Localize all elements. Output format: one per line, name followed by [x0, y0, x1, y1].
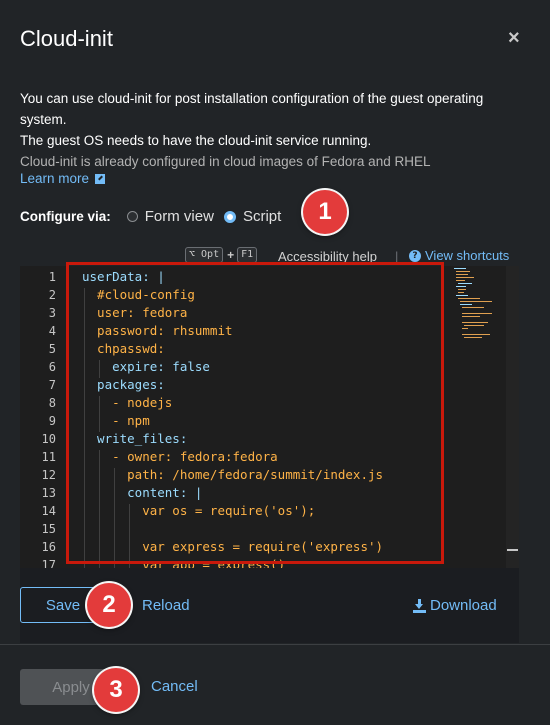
line-number: 3: [48, 306, 56, 320]
view-shortcuts-link[interactable]: ? View shortcuts: [409, 248, 509, 263]
download-button[interactable]: Download: [413, 597, 497, 614]
radio-form-view[interactable]: Form view: [126, 208, 214, 225]
annotation-badge-2: 2: [87, 583, 131, 627]
minimap-line: [462, 334, 490, 335]
line-number: 4: [48, 324, 56, 338]
view-shortcuts-label: View shortcuts: [425, 248, 510, 263]
minimap-line: [462, 313, 492, 314]
minimap-line: [462, 328, 468, 329]
reload-button[interactable]: Reload: [142, 597, 190, 614]
minimap-line: [460, 301, 492, 302]
radio-script[interactable]: Script: [223, 208, 282, 225]
configure-via-label: Configure via:: [20, 209, 111, 224]
radio-form-view-label: Form view: [144, 208, 214, 225]
line-number-gutter: 1 2 3 4 5 6 7 8 9 10 11 12 13 14 15 16 1…: [20, 266, 66, 568]
keyboard-shortcut-hint: ⌥ Opt + F1: [185, 247, 260, 263]
download-icon: [413, 598, 426, 613]
modal-description: You can use cloud-init for post installa…: [20, 88, 530, 172]
external-link-icon: [95, 173, 106, 184]
radio-form-view-indicator[interactable]: [126, 211, 138, 222]
line-number: 9: [48, 414, 56, 428]
f1-key: F1: [237, 247, 258, 263]
minimap-line: [462, 316, 480, 317]
minimap-line: [456, 295, 468, 296]
editor-highlight-box: [66, 262, 444, 564]
radio-script-indicator[interactable]: [223, 210, 236, 223]
cancel-button[interactable]: Cancel: [151, 678, 198, 695]
editor-scrollbar[interactable]: [506, 266, 519, 568]
opt-key: ⌥ Opt: [185, 247, 224, 263]
line-number: 12: [41, 468, 56, 482]
footer-divider: [0, 644, 550, 645]
description-line-3: Cloud-init is already configured in clou…: [20, 154, 431, 169]
scrollbar-thumb[interactable]: [507, 549, 518, 551]
annotation-badge-3: 3: [94, 668, 138, 712]
line-number: 15: [41, 522, 56, 536]
line-number: 2: [48, 288, 56, 302]
line-number: 7: [48, 378, 56, 392]
line-number: 17: [41, 558, 56, 568]
minimap-line: [458, 283, 472, 284]
minimap-line: [458, 298, 480, 299]
line-number: 6: [48, 360, 56, 374]
minimap-line: [456, 277, 474, 278]
minimap-line: [458, 289, 466, 290]
minimap-line: [464, 325, 484, 326]
radio-script-label: Script: [242, 208, 282, 225]
line-number: 8: [48, 396, 56, 410]
minimap-line: [456, 274, 468, 275]
modal-title: Cloud-init: [20, 26, 113, 51]
line-number: 1: [48, 270, 56, 284]
description-line-2: The guest OS needs to have the cloud-ini…: [20, 133, 372, 148]
plus-sign: +: [227, 248, 235, 262]
minimap-line: [458, 292, 464, 293]
minimap-line: [462, 322, 488, 323]
line-number: 5: [48, 342, 56, 356]
description-line-1: You can use cloud-init for post installa…: [20, 91, 484, 127]
minimap-line: [464, 337, 482, 338]
help-circle-icon: ?: [409, 249, 421, 262]
configure-via-group: Configure via: Form view Script: [20, 208, 291, 225]
learn-more-link[interactable]: Learn more: [20, 171, 106, 186]
minimap-line: [456, 280, 465, 281]
line-number: 14: [41, 504, 56, 518]
minimap-line: [456, 286, 466, 287]
minimap-line: [454, 268, 466, 269]
minimap-line: [456, 271, 470, 272]
minimap-line: [460, 304, 472, 305]
line-number: 16: [41, 540, 56, 554]
download-label: Download: [430, 597, 497, 614]
line-number: 10: [41, 432, 56, 446]
line-number: 11: [41, 450, 56, 464]
line-number: 13: [41, 486, 56, 500]
annotation-badge-1: 1: [303, 190, 347, 234]
code-minimap[interactable]: [452, 266, 504, 346]
minimap-line: [462, 307, 484, 308]
close-icon[interactable]: ×: [508, 28, 520, 48]
learn-more-label: Learn more: [20, 171, 90, 186]
